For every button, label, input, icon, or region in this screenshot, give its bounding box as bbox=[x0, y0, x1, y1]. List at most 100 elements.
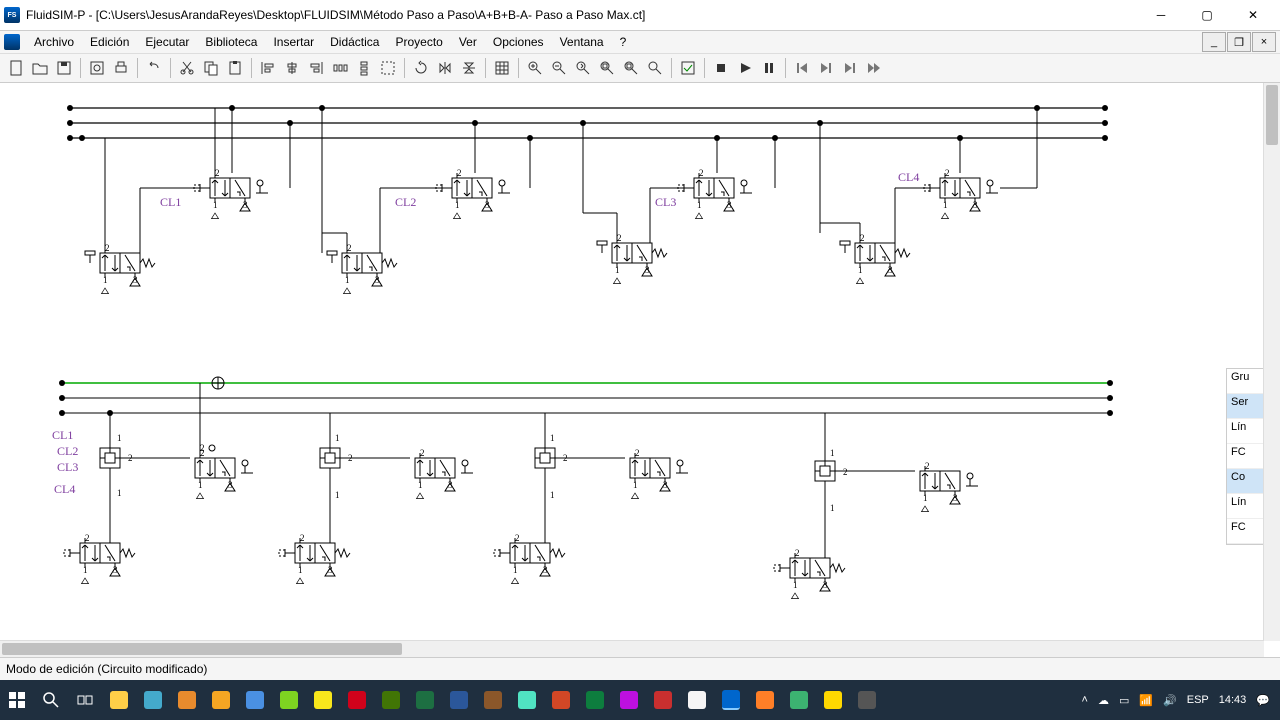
skip-end-icon[interactable] bbox=[839, 57, 861, 79]
circuit-diagram[interactable]: 2 1 3 CL1 bbox=[0, 83, 1280, 657]
tray-wifi-icon[interactable]: 📶 bbox=[1139, 694, 1153, 707]
powerpoint-icon[interactable] bbox=[544, 680, 578, 720]
pause-icon[interactable] bbox=[758, 57, 780, 79]
step-play-icon[interactable] bbox=[815, 57, 837, 79]
canvas-area[interactable]: 2 1 3 CL1 bbox=[0, 83, 1280, 657]
panel-row[interactable]: Co bbox=[1227, 469, 1263, 494]
new-icon[interactable] bbox=[5, 57, 27, 79]
horizontal-scrollbar[interactable] bbox=[0, 640, 1264, 657]
grid-icon[interactable] bbox=[491, 57, 513, 79]
app-icon-5[interactable] bbox=[306, 680, 340, 720]
group-icon[interactable] bbox=[377, 57, 399, 79]
app-icon-16[interactable] bbox=[816, 680, 850, 720]
start-button[interactable] bbox=[0, 680, 34, 720]
menu-didactica[interactable]: Didáctica bbox=[322, 33, 387, 51]
app-icon-2[interactable] bbox=[204, 680, 238, 720]
taskview-icon[interactable] bbox=[68, 680, 102, 720]
align-center-icon[interactable] bbox=[281, 57, 303, 79]
app-icon-17[interactable] bbox=[850, 680, 884, 720]
tray-battery-icon[interactable]: ▭ bbox=[1119, 694, 1129, 707]
print-icon[interactable] bbox=[110, 57, 132, 79]
menu-opciones[interactable]: Opciones bbox=[485, 33, 552, 51]
app-icon-15[interactable] bbox=[782, 680, 816, 720]
app-icon-3[interactable] bbox=[238, 680, 272, 720]
mirror-v-icon[interactable] bbox=[458, 57, 480, 79]
paste-icon[interactable] bbox=[224, 57, 246, 79]
panel-row[interactable]: Gru bbox=[1227, 369, 1263, 394]
word-icon[interactable] bbox=[442, 680, 476, 720]
save-icon[interactable] bbox=[53, 57, 75, 79]
dist-v-icon[interactable] bbox=[353, 57, 375, 79]
zoom-page-icon[interactable] bbox=[620, 57, 642, 79]
app-icon-10[interactable] bbox=[578, 680, 612, 720]
app-icon-6[interactable] bbox=[340, 680, 374, 720]
menu-help[interactable]: ? bbox=[612, 33, 635, 51]
maximize-button[interactable]: ▢ bbox=[1184, 0, 1230, 30]
zoom-out-icon[interactable] bbox=[548, 57, 570, 79]
panel-row[interactable]: FC bbox=[1227, 444, 1263, 469]
panel-row[interactable]: FC bbox=[1227, 519, 1263, 544]
mail-icon[interactable] bbox=[136, 680, 170, 720]
panel-row[interactable]: Lín bbox=[1227, 419, 1263, 444]
fluidsim-taskbar-icon[interactable] bbox=[714, 680, 748, 720]
app-icon-7[interactable] bbox=[374, 680, 408, 720]
play-icon[interactable] bbox=[734, 57, 756, 79]
app-icon-8[interactable] bbox=[476, 680, 510, 720]
zoom-select-icon[interactable] bbox=[644, 57, 666, 79]
menu-ventana[interactable]: Ventana bbox=[552, 33, 612, 51]
tray-volume-icon[interactable]: 🔊 bbox=[1163, 694, 1177, 707]
align-right-icon[interactable] bbox=[305, 57, 327, 79]
zoom-fit-icon[interactable] bbox=[596, 57, 618, 79]
mdi-minimize-button[interactable]: _ bbox=[1202, 32, 1226, 52]
app-icon-14[interactable] bbox=[748, 680, 782, 720]
open-icon[interactable] bbox=[29, 57, 51, 79]
excel-icon[interactable] bbox=[408, 680, 442, 720]
cut-icon[interactable] bbox=[176, 57, 198, 79]
title-bar: FS FluidSIM-P - [C:\Users\JesusArandaRey… bbox=[0, 0, 1280, 31]
panel-row[interactable]: Ser bbox=[1227, 394, 1263, 419]
mdi-close-button[interactable]: × bbox=[1252, 32, 1276, 52]
tray-notifications-icon[interactable]: 💬 bbox=[1256, 694, 1270, 707]
app-icon-11[interactable] bbox=[612, 680, 646, 720]
rotate-icon[interactable] bbox=[410, 57, 432, 79]
skip-start-icon[interactable] bbox=[791, 57, 813, 79]
dist-h-icon[interactable] bbox=[329, 57, 351, 79]
minimize-button[interactable]: ─ bbox=[1138, 0, 1184, 30]
side-panel[interactable]: Gru Ser Lín FC Co Lín FC bbox=[1226, 368, 1264, 545]
menu-proyecto[interactable]: Proyecto bbox=[387, 33, 450, 51]
vertical-scrollbar[interactable] bbox=[1263, 83, 1280, 641]
tray-language[interactable]: ESP bbox=[1187, 694, 1209, 706]
align-left-icon[interactable] bbox=[257, 57, 279, 79]
app-icon-12[interactable] bbox=[646, 680, 680, 720]
zoom-in-icon[interactable] bbox=[524, 57, 546, 79]
mirror-h-icon[interactable] bbox=[434, 57, 456, 79]
svg-text:CL1: CL1 bbox=[52, 428, 73, 442]
app-icon-1[interactable] bbox=[170, 680, 204, 720]
panel-row[interactable]: Lín bbox=[1227, 494, 1263, 519]
menu-ejecutar[interactable]: Ejecutar bbox=[137, 33, 197, 51]
app-icon-4[interactable] bbox=[272, 680, 306, 720]
app-icon-9[interactable] bbox=[510, 680, 544, 720]
tray-clock[interactable]: 14:43 bbox=[1219, 694, 1247, 706]
fast-forward-icon[interactable] bbox=[863, 57, 885, 79]
system-tray[interactable]: ˄ ☁ ▭ 📶 🔊 ESP 14:43 💬 bbox=[1072, 694, 1280, 707]
menu-edicion[interactable]: Edición bbox=[82, 33, 137, 51]
copy-icon[interactable] bbox=[200, 57, 222, 79]
menu-archivo[interactable]: Archivo bbox=[26, 33, 82, 51]
stop-icon[interactable] bbox=[710, 57, 732, 79]
menu-ver[interactable]: Ver bbox=[451, 33, 485, 51]
explorer-icon[interactable] bbox=[102, 680, 136, 720]
zoom-prev-icon[interactable] bbox=[572, 57, 594, 79]
mdi-restore-button[interactable]: ❐ bbox=[1227, 32, 1251, 52]
close-button[interactable]: ✕ bbox=[1230, 0, 1276, 30]
search-icon[interactable] bbox=[34, 680, 68, 720]
check-icon[interactable] bbox=[677, 57, 699, 79]
undo-icon[interactable] bbox=[143, 57, 165, 79]
tray-cloud-icon[interactable]: ☁ bbox=[1098, 694, 1109, 707]
tray-chevron-icon[interactable]: ˄ bbox=[1082, 694, 1088, 706]
app-icon-13[interactable] bbox=[680, 680, 714, 720]
menu-biblioteca[interactable]: Biblioteca bbox=[197, 33, 265, 51]
svg-text:1: 1 bbox=[335, 433, 340, 443]
preview-icon[interactable] bbox=[86, 57, 108, 79]
menu-insertar[interactable]: Insertar bbox=[265, 33, 322, 51]
